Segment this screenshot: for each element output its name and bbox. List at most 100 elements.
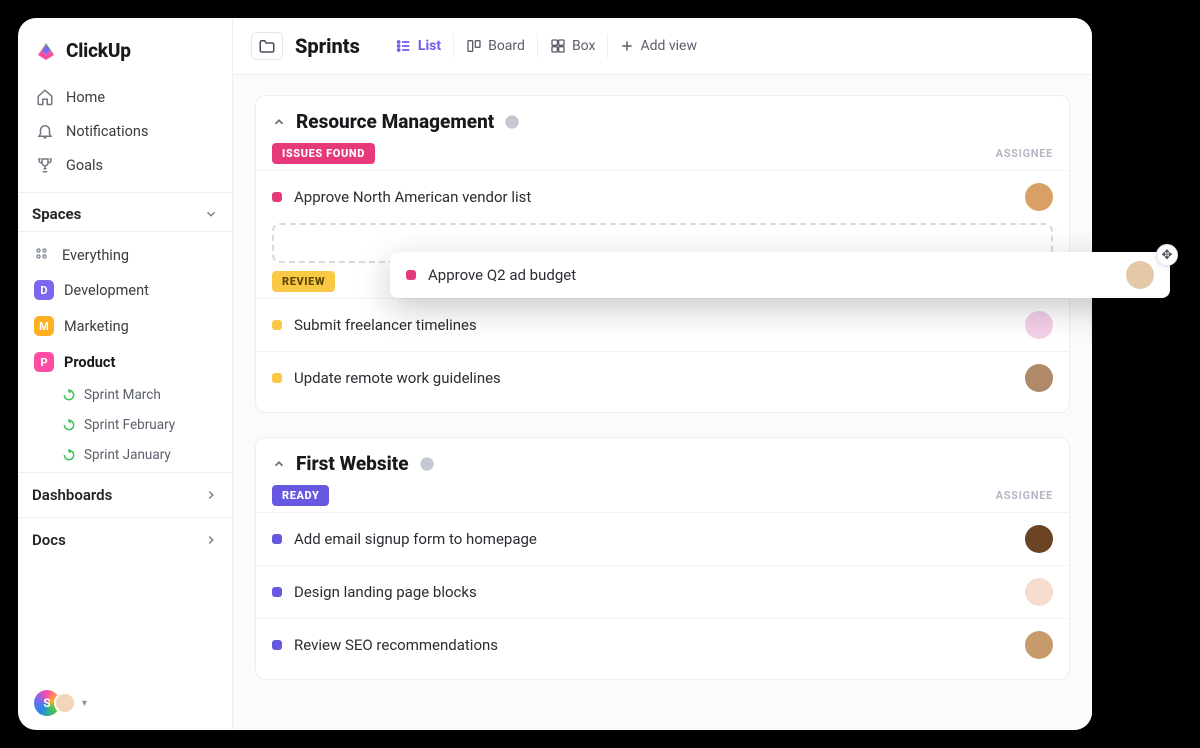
add-view-button[interactable]: Add view	[607, 34, 709, 58]
assignee-header: ASSIGNEE	[996, 147, 1053, 160]
sidebar: ClickUp Home Notifications Goals Spaces	[18, 18, 233, 730]
task-row[interactable]: Update remote work guidelines	[256, 351, 1069, 404]
status-dot	[272, 534, 282, 544]
spaces-title: Spaces	[32, 205, 81, 223]
assignee-avatar[interactable]	[1025, 631, 1053, 659]
nav-label: Goals	[66, 157, 103, 174]
bottom-nav: Dashboards Docs	[18, 472, 232, 562]
task-row[interactable]: Design landing page blocks	[256, 565, 1069, 618]
content: Resource Management ISSUES FOUND ASSIGNE…	[233, 75, 1092, 730]
view-tab-list[interactable]: List	[384, 34, 453, 58]
sprint-icon	[62, 418, 76, 432]
status-row: ISSUES FOUND ASSIGNEE	[256, 143, 1069, 170]
space-badge: P	[34, 352, 54, 372]
status-dot	[272, 320, 282, 330]
sprint-icon	[62, 448, 76, 462]
space-label: Development	[64, 282, 149, 299]
board-icon	[466, 38, 482, 54]
space-badge: D	[34, 280, 54, 300]
nav-home[interactable]: Home	[26, 80, 224, 114]
caret-down-icon: ▾	[82, 698, 87, 709]
task-row[interactable]: Submit freelancer timelines	[256, 298, 1069, 351]
list-icon	[396, 38, 412, 54]
user-avatar	[54, 692, 76, 714]
grid-dots-icon	[34, 246, 52, 264]
page-title: Sprints	[295, 34, 360, 58]
topbar: Sprints List Board Box Add view	[233, 18, 1092, 75]
assignee-header: ASSIGNEE	[996, 489, 1053, 502]
box-icon	[550, 38, 566, 54]
nav-dashboards[interactable]: Dashboards	[18, 472, 232, 517]
bottom-label: Docs	[32, 531, 66, 549]
space-marketing[interactable]: M Marketing	[26, 308, 224, 344]
view-tab-label: List	[418, 38, 441, 54]
view-tab-board[interactable]: Board	[453, 34, 537, 58]
nav-label: Notifications	[66, 123, 148, 140]
space-label: Product	[64, 354, 115, 371]
assignee-avatar[interactable]	[1025, 183, 1053, 211]
assignee-avatar[interactable]	[1025, 578, 1053, 606]
status-pill[interactable]: REVIEW	[272, 271, 335, 292]
task-row[interactable]: Review SEO recommendations	[256, 618, 1069, 671]
assignee-avatar[interactable]	[1025, 364, 1053, 392]
chevron-down-icon	[204, 207, 218, 221]
task-title: Review SEO recommendations	[294, 636, 498, 654]
view-tab-box[interactable]: Box	[537, 34, 608, 58]
bell-icon	[36, 122, 54, 140]
task-row[interactable]: Add email signup form to homepage	[256, 512, 1069, 565]
everything-row[interactable]: Everything	[26, 238, 224, 272]
list-card: First Website READY ASSIGNEE Add email s…	[255, 437, 1070, 680]
space-label: Marketing	[64, 318, 129, 335]
view-tab-label: Board	[488, 38, 525, 54]
list-header[interactable]: Resource Management	[256, 96, 1069, 143]
sprint-item[interactable]: Sprint January	[56, 440, 224, 470]
primary-nav: Home Notifications Goals	[18, 78, 232, 184]
task-title: Add email signup form to homepage	[294, 530, 537, 548]
dragging-task-card[interactable]: Approve Q2 ad budget ✥	[390, 252, 1170, 298]
chevron-right-icon	[204, 533, 218, 547]
status-row: READY ASSIGNEE	[256, 485, 1069, 512]
status-dot	[272, 640, 282, 650]
space-development[interactable]: D Development	[26, 272, 224, 308]
status-dot	[272, 192, 282, 202]
task-title: Design landing page blocks	[294, 583, 477, 601]
status-pill[interactable]: READY	[272, 485, 329, 506]
chevron-up-icon	[272, 115, 286, 129]
folder-icon[interactable]	[251, 32, 283, 60]
everything-label: Everything	[62, 247, 129, 264]
sprint-label: Sprint February	[84, 417, 175, 433]
info-icon[interactable]	[419, 456, 435, 472]
space-product[interactable]: P Product	[26, 344, 224, 380]
status-pill[interactable]: ISSUES FOUND	[272, 143, 375, 164]
list-title: First Website	[296, 452, 409, 475]
assignee-avatar[interactable]	[1025, 525, 1053, 553]
sprint-list: Sprint March Sprint February Sprint Janu…	[26, 380, 224, 470]
main: Sprints List Board Box Add view	[233, 18, 1092, 730]
view-tabs: List Board Box Add view	[384, 34, 709, 58]
brand-logo[interactable]: ClickUp	[18, 32, 232, 78]
drag-shadow	[1094, 302, 1182, 346]
nav-label: Home	[66, 89, 105, 106]
list-title: Resource Management	[296, 110, 494, 133]
spaces-header[interactable]: Spaces	[18, 192, 232, 232]
assignee-avatar[interactable]	[1126, 261, 1154, 289]
sprint-label: Sprint March	[84, 387, 161, 403]
sprint-item[interactable]: Sprint March	[56, 380, 224, 410]
move-icon: ✥	[1156, 244, 1178, 266]
task-title: Approve Q2 ad budget	[428, 266, 576, 284]
add-view-label: Add view	[640, 38, 697, 54]
sprint-icon	[62, 388, 76, 402]
bottom-label: Dashboards	[32, 486, 112, 504]
status-dot	[272, 587, 282, 597]
space-badge: M	[34, 316, 54, 336]
clickup-logo-icon	[34, 38, 58, 62]
list-header[interactable]: First Website	[256, 438, 1069, 485]
info-icon[interactable]	[504, 114, 520, 130]
nav-notifications[interactable]: Notifications	[26, 114, 224, 148]
nav-docs[interactable]: Docs	[18, 517, 232, 562]
task-row[interactable]: Approve North American vendor list	[256, 170, 1069, 223]
nav-goals[interactable]: Goals	[26, 148, 224, 182]
sprint-item[interactable]: Sprint February	[56, 410, 224, 440]
assignee-avatar[interactable]	[1025, 311, 1053, 339]
user-menu[interactable]: S ▾	[18, 676, 232, 730]
